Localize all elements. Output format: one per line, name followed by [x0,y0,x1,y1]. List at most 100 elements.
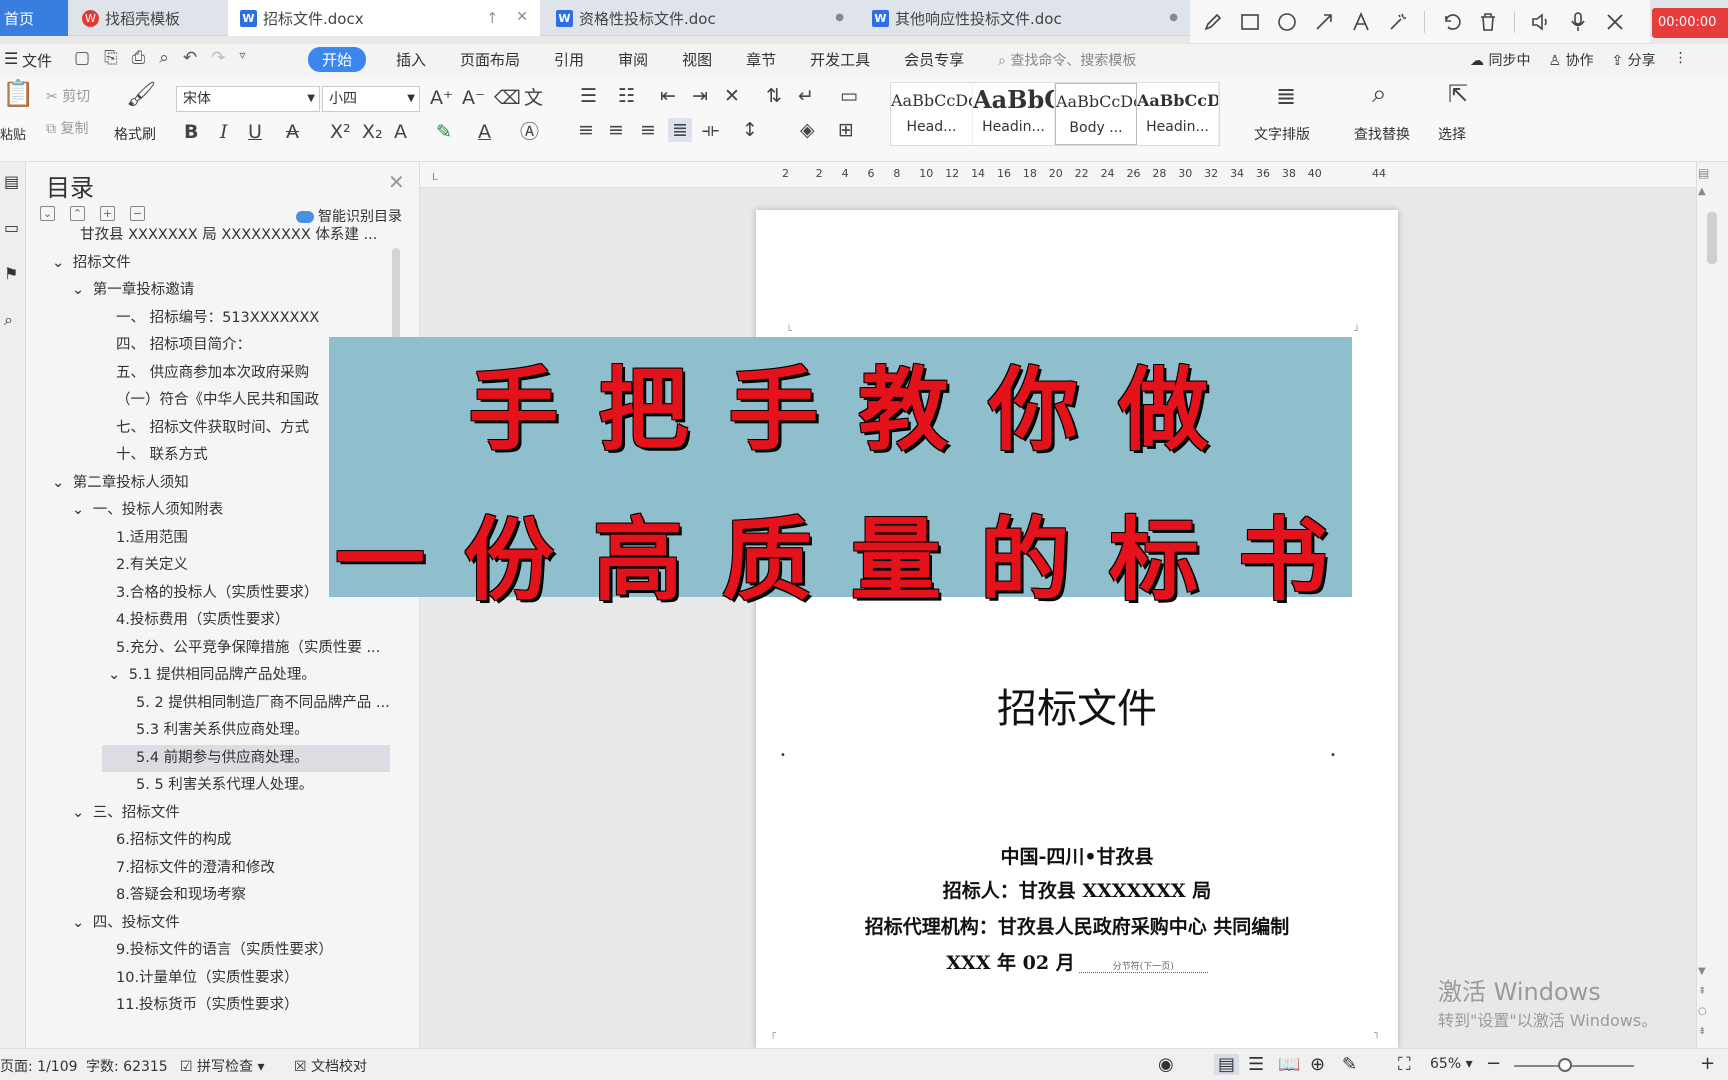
speaker-icon[interactable] [1530,11,1552,33]
fit-page-icon[interactable]: ⛶ [1398,1054,1411,1075]
subscript-icon[interactable]: X₂ [362,120,383,144]
collapse-all-icon[interactable]: ⌄ [40,206,55,221]
zoom-in-icon[interactable]: + [1700,1053,1715,1074]
document-scrollbar[interactable]: ▤ ▲ ▼ ⇞ ○ ⇟ [1696,162,1728,1048]
search-icon[interactable]: ⌕ [4,310,13,330]
menu-member[interactable]: 会员专享 [904,49,964,70]
toc-item[interactable]: 一、 招标编号：513XXXXXXX [26,305,390,332]
superscript-icon[interactable]: X² [330,120,351,144]
toc-item[interactable]: ⌄ 5.1 提供相同品牌产品处理。 [26,662,390,689]
chevron-down-icon[interactable]: ⌄ [52,255,69,271]
style-body[interactable]: AaBbCcDc Body ... [1055,83,1137,145]
toc-item[interactable]: 5.充分、公平竞争保障措施（实质性要 ... [26,635,390,662]
toc-item[interactable]: ⌄ 三、招标文件 [26,800,390,827]
magic-wand-icon[interactable] [1387,11,1409,33]
split-view-icon[interactable]: ▤ [1698,166,1709,180]
grow-font-icon[interactable]: A⁺ [430,86,453,110]
text-layout-icon[interactable]: ≣ [1276,84,1296,108]
reading-view-icon[interactable]: 📖 [1278,1054,1300,1075]
underline-icon[interactable]: U [248,120,262,144]
text-layout-button[interactable]: 文字排版 [1254,124,1310,144]
line-spacing-icon[interactable]: ↕ [742,118,758,142]
print-icon[interactable]: ⎙ [132,48,146,68]
spell-check-toggle[interactable]: ☑ 拼写检查 ▾ [180,1056,265,1076]
justify-icon[interactable]: ≣ [668,118,692,142]
align-left-icon[interactable]: ≡ [578,118,594,142]
sort-icon[interactable]: ⇅ [766,84,782,108]
circle-icon[interactable] [1276,11,1298,33]
page-nav-icons[interactable]: ▼ ⇞ ○ ⇟ [1698,962,1707,1042]
numbered-list-icon[interactable]: ☷ [618,84,635,108]
horizontal-ruler[interactable]: 2 2 4 6 8 10 12 14 16 18 20 22 24 26 28 30 32 34 36 38 40 44 [420,162,1696,188]
menu-view[interactable]: 视图 [682,49,712,70]
scroll-thumb[interactable] [1707,212,1717,264]
chevron-down-icon[interactable]: ⌄ [72,915,89,931]
word-count[interactable]: 字数: 62315 [86,1056,168,1076]
outline-view-icon[interactable]: ☰ [1248,1054,1264,1075]
font-size-select[interactable]: 小四 ▼ [322,86,420,112]
distribute-icon[interactable]: ⟛ [702,118,719,142]
toc-item[interactable]: 9.投标文件的语言（实质性要求） [26,937,390,964]
pin-icon[interactable]: ↑ [486,9,499,27]
doc-check-button[interactable]: ☒ 文档校对 [294,1056,367,1076]
increase-indent-icon[interactable]: ⇥ [692,84,708,108]
find-replace-icon[interactable]: ⌕ [1372,81,1387,107]
share-button[interactable]: ⇪ 分享 [1611,50,1655,70]
bold-icon[interactable]: B [184,120,198,144]
font-color-icon[interactable]: A [478,120,491,144]
tab-home[interactable]: 首页 [0,0,68,36]
close-icon[interactable]: ✕ [388,170,405,194]
remove-level-icon[interactable]: − [130,206,145,221]
paste-button[interactable]: 粘贴 [0,124,26,143]
chevron-down-icon[interactable]: ⌄ [52,475,69,491]
toc-item[interactable]: 11.投标货币（实质性要求） [26,992,390,1019]
hamburger-icon[interactable]: ☰ [4,49,18,68]
save-icon[interactable]: ▢ [74,48,90,68]
style-heading-1[interactable]: AaBbCcDd Head... [891,83,973,145]
paste-icon[interactable]: 📋 [2,81,34,107]
toc-item[interactable]: 8.答疑会和现场考察 [26,882,390,909]
italic-icon[interactable]: I [220,120,228,144]
close-tab-icon[interactable]: ✕ [516,9,528,25]
chevron-down-icon[interactable]: ⌄ [72,805,89,821]
toc-item[interactable]: ⌄ 第一章投标邀请 [26,277,390,304]
copy-button[interactable]: ⧉ 复制 [46,118,88,138]
text-effect-icon[interactable]: A [394,120,407,144]
chevron-down-icon[interactable]: ⌄ [72,282,89,298]
align-right-icon[interactable]: ≡ [640,118,656,142]
select-button[interactable]: 选择 [1438,124,1466,144]
sync-status[interactable]: ☁ 同步中 [1470,50,1530,70]
text-icon[interactable] [1350,11,1372,33]
more-options-icon[interactable]: ⋮ [1674,50,1688,70]
strikethrough-icon[interactable]: A [286,120,299,144]
cut-button[interactable]: ✂ 剪切 [46,86,90,106]
toc-item[interactable]: 7.招标文件的澄清和修改 [26,855,390,882]
toc-item[interactable]: 6.招标文件的构成 [26,827,390,854]
toc-item[interactable]: 5. 5 利害关系代理人处理。 [26,772,390,799]
arrow-icon[interactable] [1313,11,1335,33]
borders-icon[interactable]: ⊞ [838,118,854,142]
redo-icon[interactable]: ↷ [211,48,225,68]
highlight-icon[interactable]: ✎ [436,120,452,144]
rectangle-icon[interactable] [1239,11,1261,33]
shading-icon[interactable]: ◈ [800,118,815,142]
chevron-down-icon[interactable]: ⌄ [108,667,125,683]
chevron-down-icon[interactable]: ⌄ [72,502,89,518]
more-icon[interactable]: ▿ [239,48,245,68]
zoom-level[interactable]: 65% ▾ [1430,1056,1473,1072]
tab-stop-icon[interactable]: L [432,172,438,183]
char-border-icon[interactable]: Ⓐ [520,120,539,144]
bullet-list-icon[interactable]: ☰ [580,84,597,108]
menu-file[interactable]: 文件 [22,50,52,71]
menu-chapter[interactable]: 章节 [746,49,776,70]
undo-icon[interactable]: ↶ [183,48,197,68]
document-page[interactable]: └ ┘ 招标文件 • • 中国-四川•甘孜县 招标人：甘孜县 XXXXXXX 局… [756,210,1398,1048]
microphone-icon[interactable] [1567,11,1589,33]
pinyin-icon[interactable]: 文 [524,86,543,110]
annotate-icon[interactable]: ✎ [1342,1054,1357,1075]
export-icon[interactable]: ⎘ [104,48,118,68]
add-level-icon[interactable]: + [100,206,115,221]
decrease-indent-icon[interactable]: ⇤ [660,84,676,108]
tab-qualification-doc[interactable]: W 资格性投标文件.doc ● [544,0,856,36]
show-marks-icon[interactable]: ↵ [798,84,814,108]
